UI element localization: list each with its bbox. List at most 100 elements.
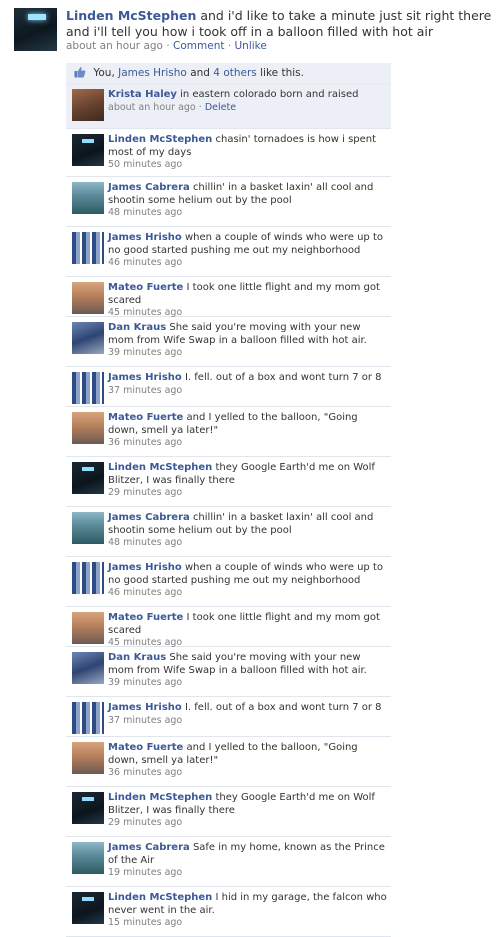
comment-time: 37 minutes ago	[108, 714, 183, 726]
comment-item: James Cabrera chillin' in a basket laxin…	[66, 177, 391, 227]
comment-time: 39 minutes ago	[108, 677, 183, 688]
comment-author-link[interactable]: James Hrisho	[108, 702, 182, 713]
comment-author-link[interactable]: Linden McStephen	[108, 792, 212, 803]
comment-author-link[interactable]: Mateo Fuerte	[108, 742, 183, 753]
post-time: about an hour ago	[66, 40, 163, 52]
comment-meta: about an hour ago · Delete	[108, 102, 388, 115]
comment-meta: 37 minutes ago	[108, 385, 388, 398]
comment-avatar[interactable]	[72, 282, 104, 314]
likes-you: You,	[93, 67, 115, 79]
comment-body: Krista Haley in eastern colorado born an…	[108, 89, 388, 114]
comment-author-link[interactable]: James Cabrera	[108, 842, 190, 853]
post-text: Linden McStephen and i'd like to take a …	[66, 8, 494, 40]
avatar-glow	[28, 14, 46, 20]
comment-body: James Cabrera chillin' in a basket laxin…	[108, 182, 388, 220]
comment-avatar[interactable]	[72, 412, 104, 444]
separator: ·	[166, 40, 170, 52]
comment-avatar[interactable]	[72, 562, 104, 594]
comment-item: Linden McStephen I hid in my garage, the…	[66, 887, 391, 937]
comment-author-link[interactable]: Mateo Fuerte	[108, 412, 183, 423]
comment-item: James Cabrera Safe in my home, known as …	[66, 837, 391, 887]
comment-author-link[interactable]: Dan Kraus	[108, 652, 166, 663]
comment-author-link[interactable]: James Hrisho	[108, 372, 182, 383]
comment-time: 15 minutes ago	[108, 917, 183, 928]
comment-item: Mateo Fuerte I took one little flight an…	[66, 277, 391, 320]
comment-item: Mateo Fuerte and I yelled to the balloon…	[66, 737, 391, 787]
comment-avatar[interactable]	[72, 322, 104, 354]
comment-meta: 36 minutes ago	[108, 767, 388, 780]
comment-time: 37 minutes ago	[108, 384, 183, 396]
comment-author-link[interactable]: Mateo Fuerte	[108, 612, 183, 623]
comment-avatar[interactable]	[72, 182, 104, 214]
comment-avatar[interactable]	[72, 462, 104, 494]
comment-meta: 48 minutes ago	[108, 207, 388, 220]
status-post: Linden McStephen and i'd like to take a …	[0, 0, 499, 60]
comment-author-link[interactable]: James Hrisho	[108, 232, 182, 243]
avatar-glow	[82, 897, 94, 901]
comment-meta: 46 minutes ago	[108, 587, 388, 600]
comment-time: 46 minutes ago	[108, 257, 183, 268]
separator: ·	[198, 101, 202, 113]
comment-item: Linden McStephen they Google Earth'd me …	[66, 787, 391, 837]
comment-author-link[interactable]: Linden McStephen	[108, 462, 212, 473]
comment-body: Dan Kraus She said you're moving with yo…	[108, 322, 388, 360]
likes-person-link[interactable]: James Hrisho	[118, 67, 187, 79]
comment-avatar[interactable]	[72, 612, 104, 644]
comment-meta: 48 minutes ago	[108, 537, 388, 550]
comment-body: James Hrisho when a couple of winds who …	[108, 562, 388, 600]
comment-author-link[interactable]: Mateo Fuerte	[108, 282, 183, 293]
author-avatar[interactable]	[14, 8, 57, 51]
comment-time: 48 minutes ago	[108, 537, 183, 548]
comment-avatar[interactable]	[72, 702, 104, 734]
comment-author-link[interactable]: Linden McStephen	[108, 134, 212, 145]
comment-time: about an hour ago	[108, 101, 196, 113]
comment-body: James Hrisho I. fell. out of a box and w…	[108, 702, 388, 727]
unlike-link[interactable]: Unlike	[235, 40, 267, 52]
comment-author-link[interactable]: Krista Haley	[108, 89, 177, 100]
comment-body: Mateo Fuerte and I yelled to the balloon…	[108, 742, 388, 780]
post-author-link[interactable]: Linden McStephen	[66, 8, 196, 23]
comment-time: 36 minutes ago	[108, 767, 183, 778]
comments-list: Krista Haley in eastern colorado born an…	[66, 84, 391, 937]
comment-avatar[interactable]	[72, 372, 104, 404]
comment-link[interactable]: Comment	[173, 40, 224, 52]
comment-author-link[interactable]: James Hrisho	[108, 562, 182, 573]
comment-body: Mateo Fuerte I took one little flight an…	[108, 282, 388, 320]
comment-author-link[interactable]: James Cabrera	[108, 512, 190, 523]
avatar-glow	[82, 467, 94, 471]
comment-avatar[interactable]	[72, 134, 104, 166]
comment-body: Linden McStephen they Google Earth'd me …	[108, 792, 388, 830]
comment-avatar[interactable]	[72, 232, 104, 264]
comment-avatar[interactable]	[72, 512, 104, 544]
comment-item: Dan Kraus She said you're moving with yo…	[66, 647, 391, 697]
comment-meta: 19 minutes ago	[108, 867, 388, 880]
comment-avatar[interactable]	[72, 842, 104, 874]
comment-avatar[interactable]	[72, 892, 104, 924]
comment-author-link[interactable]: Linden McStephen	[108, 892, 212, 903]
comment-item: James Hrisho I. fell. out of a box and w…	[66, 697, 391, 737]
comment-body: Dan Kraus She said you're moving with yo…	[108, 652, 388, 690]
comment-meta: 29 minutes ago	[108, 817, 388, 830]
comment-time: 36 minutes ago	[108, 437, 183, 448]
separator: ·	[227, 40, 232, 52]
comment-time: 19 minutes ago	[108, 867, 183, 878]
delete-comment-link[interactable]: Delete	[205, 102, 236, 113]
likes-bar: You, James Hrisho and 4 others like this…	[66, 63, 391, 84]
thumbs-up-icon	[74, 67, 86, 78]
comment-item: James Hrisho when a couple of winds who …	[66, 557, 391, 607]
comment-body: James Hrisho I. fell. out of a box and w…	[108, 372, 388, 397]
comment-meta: 36 minutes ago	[108, 437, 388, 450]
comment-item: Krista Haley in eastern colorado born an…	[66, 84, 391, 129]
comment-avatar[interactable]	[72, 652, 104, 684]
comment-author-link[interactable]: Dan Kraus	[108, 322, 166, 333]
comment-meta: 37 minutes ago	[108, 715, 388, 728]
avatar-glow	[82, 139, 94, 143]
comment-text: I. fell. out of a box and wont turn 7 or…	[184, 702, 382, 713]
comment-body: James Hrisho when a couple of winds who …	[108, 232, 388, 270]
comment-avatar[interactable]	[72, 89, 104, 121]
comment-item: Linden McStephen chasin' tornadoes is ho…	[66, 129, 391, 177]
comment-avatar[interactable]	[72, 742, 104, 774]
comment-author-link[interactable]: James Cabrera	[108, 182, 190, 193]
comment-avatar[interactable]	[72, 792, 104, 824]
likes-others-link[interactable]: 4 others	[213, 67, 256, 79]
